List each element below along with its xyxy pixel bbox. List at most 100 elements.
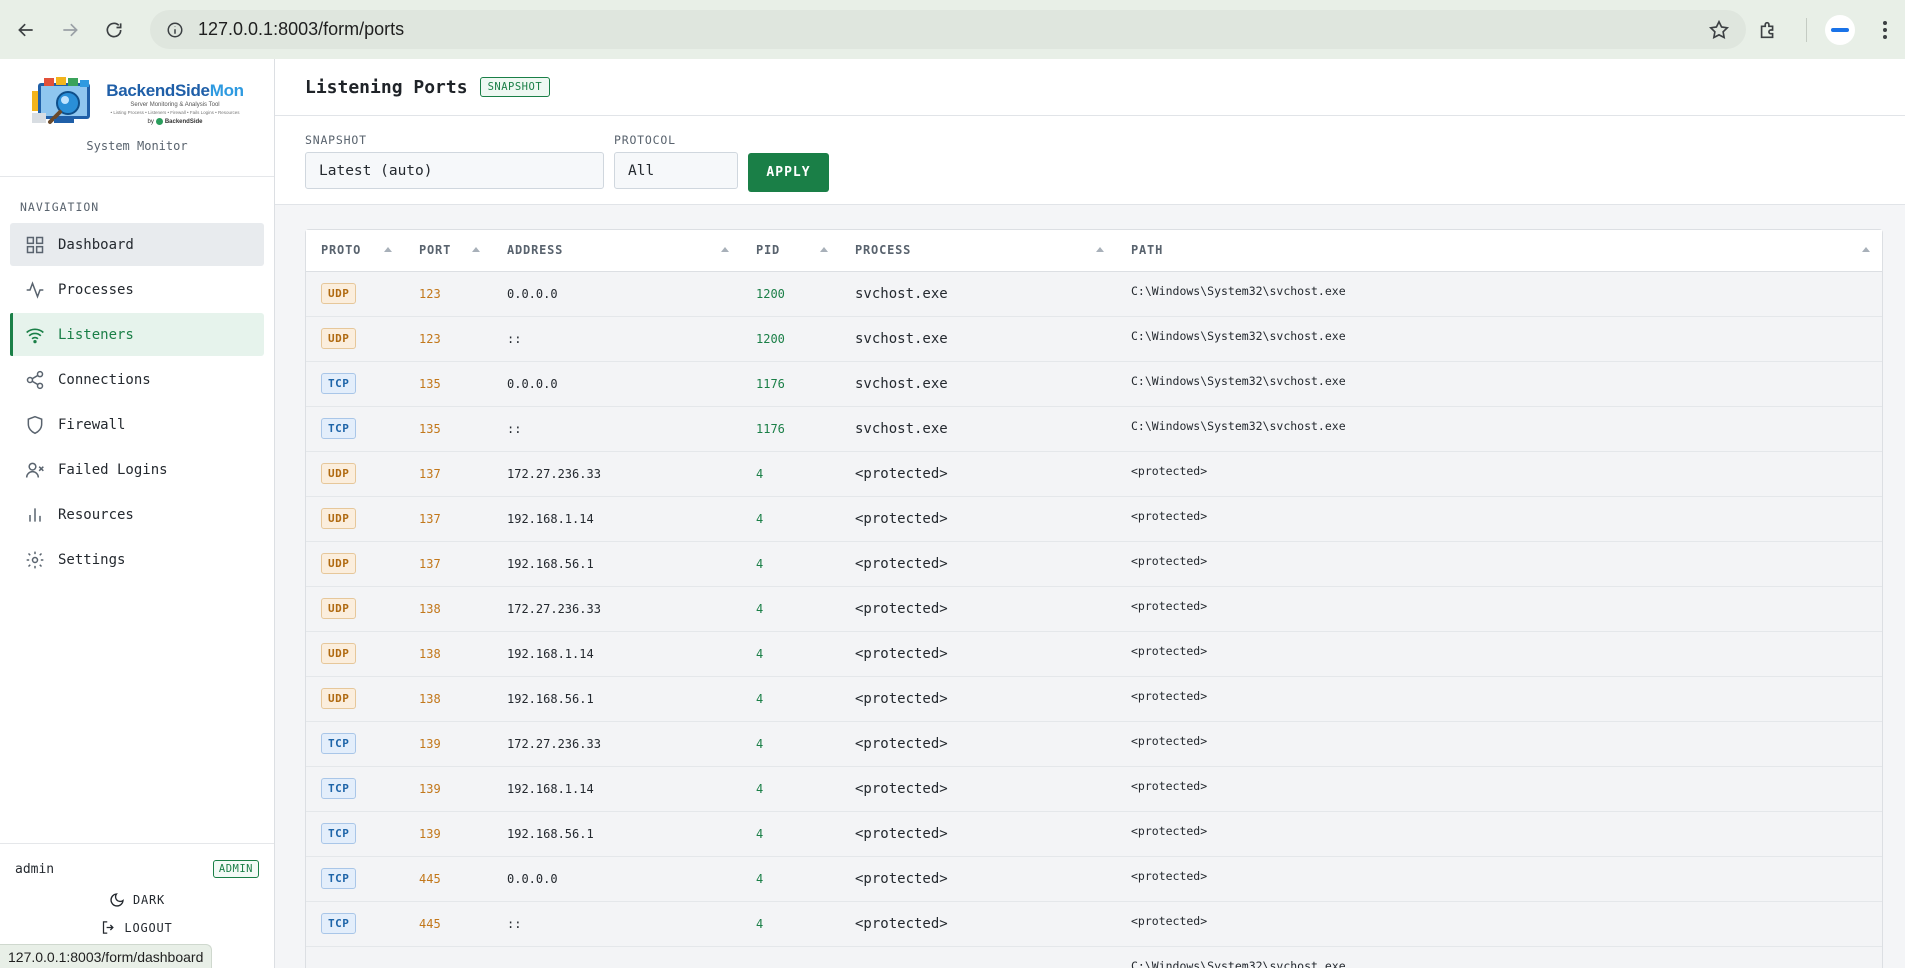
col-header-process[interactable]: PROCESS xyxy=(840,230,1116,272)
cell-address: 0.0.0.0 xyxy=(492,856,741,902)
cell-path: <protected> xyxy=(1116,631,1882,677)
logout-button[interactable]: LOGOUT xyxy=(0,920,274,935)
gear-icon xyxy=(24,549,46,571)
table-row[interactable]: UDP 137 192.168.56.1 4 <protected> <protected… xyxy=(306,541,1882,587)
table-row[interactable]: C:\Windows\System32\svchost.exe xyxy=(306,946,1882,968)
cell-proto: TCP xyxy=(306,406,404,452)
cell-process: svchost.exe xyxy=(840,361,1116,407)
table-row[interactable]: UDP 123:: 1200 svchost.exe C:\Windows\System… xyxy=(306,316,1882,362)
sidebar-item-settings[interactable]: Settings xyxy=(10,538,264,581)
col-header-proto[interactable]: PROTO xyxy=(306,230,404,272)
table-row[interactable]: TCP 139 192.168.56.1 4 <protected> <protected… xyxy=(306,811,1882,857)
cell-process: svchost.exe xyxy=(840,316,1116,362)
table-row[interactable]: TCP 445:: 4 <protected> <protected> xyxy=(306,901,1882,947)
sidebar: BackendSideMon Server Monitoring & Analy… xyxy=(0,59,275,968)
cell-address: 0.0.0.0 xyxy=(492,271,741,317)
sidebar-item-connections[interactable]: Connections xyxy=(10,358,264,401)
cell-pid xyxy=(741,946,840,968)
proto-badge: TCP xyxy=(321,913,357,934)
table-row[interactable]: UDP 123 0.0.0.0 1200 svchost.exe C:\Windows\S… xyxy=(306,271,1882,317)
proto-badge: UDP xyxy=(321,463,357,484)
sidebar-item-listeners[interactable]: Listeners xyxy=(10,313,264,356)
cell-proto: TCP xyxy=(306,361,404,407)
cell-port: 135 xyxy=(404,406,492,452)
theme-toggle-button[interactable]: DARK xyxy=(0,892,274,908)
arrow-left-icon xyxy=(18,23,33,36)
snapshot-select[interactable]: Latest (auto) xyxy=(305,152,604,189)
col-header-address[interactable]: ADDRESS xyxy=(492,230,741,272)
logout-icon xyxy=(103,921,115,934)
cell-pid: 4 xyxy=(741,766,840,812)
reload-button[interactable] xyxy=(96,12,132,48)
app-logo[interactable]: BackendSideMon Server Monitoring & Analy… xyxy=(30,75,244,131)
sort-icon xyxy=(820,247,828,252)
cell-port: 123 xyxy=(404,316,492,362)
brand: BackendSideMon Server Monitoring & Analy… xyxy=(0,59,274,177)
table-row[interactable]: UDP 137 172.27.236.33 4 <protected> <protecte… xyxy=(306,451,1882,497)
cell-address: 0.0.0.0 xyxy=(492,361,741,407)
sidebar-item-firewall[interactable]: Firewall xyxy=(10,403,264,446)
proto-badge: TCP xyxy=(321,733,357,754)
cell-port: 138 xyxy=(404,676,492,722)
bookmark-star-icon[interactable] xyxy=(1708,19,1730,41)
apply-button[interactable]: APPLY xyxy=(748,153,829,192)
cell-pid: 1176 xyxy=(741,406,840,452)
cell-proto xyxy=(306,946,404,968)
table-row[interactable]: UDP 138 172.27.236.33 4 <protected> <protecte… xyxy=(306,586,1882,632)
moon-icon xyxy=(110,893,124,907)
page-header: Listening Ports SNAPSHOT xyxy=(275,59,1905,116)
col-header-port[interactable]: PORT xyxy=(404,230,492,272)
col-header-pid[interactable]: PID xyxy=(741,230,840,272)
table-row[interactable]: TCP 139 172.27.236.33 4 <protected> <protecte… xyxy=(306,721,1882,767)
page-title: Listening Ports xyxy=(305,76,468,98)
sidebar-item-processes[interactable]: Processes xyxy=(10,268,264,311)
table-row[interactable]: TCP 139 192.168.1.14 4 <protected> <protected… xyxy=(306,766,1882,812)
proto-badge: TCP xyxy=(321,418,357,439)
site-info-icon[interactable] xyxy=(164,19,186,41)
cell-path: C:\Windows\System32\svchost.exe xyxy=(1116,406,1882,452)
sidebar-item-resources[interactable]: Resources xyxy=(10,493,264,536)
cell-address: 192.168.1.14 xyxy=(492,766,741,812)
sidebar-item-failed-logins[interactable]: Failed Logins xyxy=(10,448,264,491)
cell-address xyxy=(492,946,741,968)
logo-by: by BackendSide xyxy=(147,118,203,125)
sidebar-item-label: Firewall xyxy=(58,416,126,433)
cell-process: <protected> xyxy=(840,811,1116,857)
cell-path: <protected> xyxy=(1116,451,1882,497)
cell-port: 135 xyxy=(404,361,492,407)
proto-badge: UDP xyxy=(321,643,357,664)
cell-path: C:\Windows\System32\svchost.exe xyxy=(1116,271,1882,317)
table-row[interactable]: TCP 135 0.0.0.0 1176 svchost.exe C:\Windows\S… xyxy=(306,361,1882,407)
cell-address: 172.27.236.33 xyxy=(492,451,741,497)
cell-process: <protected> xyxy=(840,856,1116,902)
table-body: UDP 123 0.0.0.0 1200 svchost.exe C:\Windows\S… xyxy=(306,271,1882,968)
protocol-select[interactable]: All xyxy=(614,152,738,189)
cell-address: :: xyxy=(492,901,741,947)
browser-menu-icon[interactable] xyxy=(1873,10,1897,49)
address-bar[interactable]: 127.0.0.1:8003/form/ports xyxy=(150,10,1746,49)
cell-pid: 4 xyxy=(741,541,840,587)
profile-avatar[interactable] xyxy=(1825,14,1855,45)
protocol-filter-label: PROTOCOL xyxy=(614,133,676,147)
cell-address: 192.168.1.14 xyxy=(492,496,741,542)
cell-path: <protected> xyxy=(1116,496,1882,542)
cell-process: svchost.exe xyxy=(840,271,1116,317)
cell-pid: 4 xyxy=(741,676,840,722)
current-user: admin xyxy=(15,861,55,877)
table-row[interactable]: UDP 138 192.168.56.1 4 <protected> <protected… xyxy=(306,676,1882,722)
cell-process: <protected> xyxy=(840,901,1116,947)
back-button[interactable] xyxy=(8,12,44,48)
table-row[interactable]: TCP 135:: 1176 svchost.exe C:\Windows\System… xyxy=(306,406,1882,452)
table-row[interactable]: UDP 138 192.168.1.14 4 <protected> <protected… xyxy=(306,631,1882,677)
proto-badge: UDP xyxy=(321,688,357,709)
table-row[interactable]: TCP 445 0.0.0.0 4 <protected> <protected> xyxy=(306,856,1882,902)
extensions-puzzle-icon[interactable] xyxy=(1748,10,1788,49)
col-header-path[interactable]: PATH xyxy=(1116,230,1882,272)
cell-path: <protected> xyxy=(1116,766,1882,812)
sidebar-item-dashboard[interactable]: Dashboard xyxy=(10,223,264,266)
proto-badge: UDP xyxy=(321,508,357,529)
forward-button[interactable] xyxy=(52,12,88,48)
cell-proto: TCP xyxy=(306,811,404,857)
activity-icon xyxy=(24,279,46,301)
table-row[interactable]: UDP 137 192.168.1.14 4 <protected> <protected… xyxy=(306,496,1882,542)
